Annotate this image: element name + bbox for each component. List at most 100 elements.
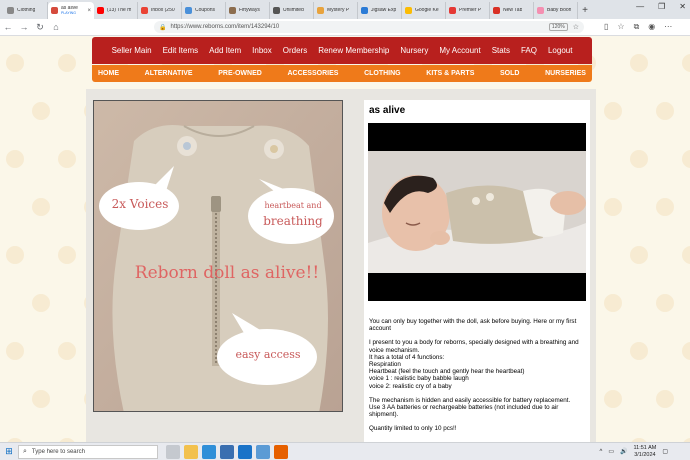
background-pattern-icon (656, 198, 674, 216)
mail-icon[interactable] (238, 444, 252, 459)
lock-icon[interactable]: 🔒 (159, 24, 166, 31)
new-tab-icon[interactable]: + (578, 2, 592, 19)
browser-tab[interactable]: Inbox (250 (138, 2, 182, 19)
browser-tab[interactable]: as alive PLAYING × (48, 2, 94, 19)
browser-tab[interactable]: Google Ke (402, 2, 446, 19)
nav-link-nursery[interactable]: Nursery (395, 46, 434, 55)
nav-link-stats[interactable]: Stats (486, 46, 515, 55)
desc-line: Use 3 AA batteries or rechargeable batte… (369, 404, 559, 419)
nav-link-my-account[interactable]: My Account (434, 46, 486, 55)
zoom-level[interactable]: 120% (548, 23, 568, 31)
nav-link-orders[interactable]: Orders (277, 46, 312, 55)
nav-link-add-item[interactable]: Add Item (204, 46, 247, 55)
background-pattern-icon (604, 390, 622, 408)
background-pattern-icon (32, 390, 50, 408)
tab-title: Google Ke (415, 8, 439, 13)
browser-tab[interactable]: Coupons (182, 2, 226, 19)
category-link-pre-owned[interactable]: PRE-OWNED (218, 70, 262, 77)
address-bar[interactable]: 🔒 https://www.reborns.com/item/143294/10… (154, 21, 584, 33)
browser-tab[interactable]: New Tab (490, 2, 534, 19)
category-link-home[interactable]: HOME (98, 70, 119, 77)
photos-icon[interactable] (256, 444, 270, 459)
url-text[interactable]: https://www.reborns.com/item/143294/10 (170, 24, 548, 30)
product-thumbnail[interactable] (368, 123, 586, 301)
tab-title: Fiftyways (239, 8, 260, 13)
category-link-accessories[interactable]: ACCESSORIES (287, 70, 338, 77)
favorites-icon[interactable]: ☆ (617, 22, 624, 32)
browser-tab[interactable]: Premier P (446, 2, 490, 19)
file-explorer-icon[interactable] (184, 444, 198, 459)
desc-line: voice 1 : realistic baby babble laugh (369, 375, 469, 383)
nav-link-faq[interactable]: FAQ (515, 46, 542, 55)
home-icon[interactable]: ⌂ (48, 22, 64, 32)
bubble-voices-text: 2x Voices (111, 197, 169, 211)
browser-tab[interactable]: Mystery P (314, 2, 358, 19)
nav-link-logout[interactable]: Logout (542, 46, 577, 55)
task-view-icon[interactable] (166, 444, 180, 459)
chevron-up-icon[interactable]: ^ (600, 449, 603, 455)
window-controls: — ❐ ✕ (636, 2, 686, 11)
tab-favicon-icon (361, 7, 368, 14)
category-link-sold[interactable]: SOLD (500, 70, 519, 77)
tab-title: Unlimited (283, 8, 304, 13)
sleeping-baby-photo (368, 123, 586, 301)
category-link-kits-parts[interactable]: KITS & PARTS (426, 70, 474, 77)
browser-tab[interactable]: Jigsaw Exp (358, 2, 402, 19)
back-icon[interactable]: ← (0, 22, 16, 32)
collections-icon[interactable]: ⧉ (634, 22, 640, 32)
tab-favicon-icon (273, 7, 280, 14)
forward-icon[interactable]: → (16, 22, 32, 32)
product-main-photo[interactable]: 2x Voices heartbeat and breathing Reborn… (93, 100, 343, 412)
desc-line: It has a total of 4 functions: (369, 353, 445, 361)
background-pattern-icon (682, 246, 690, 264)
browser-tab[interactable]: (13) The m (94, 2, 138, 19)
browser-tab[interactable]: Fiftyways (226, 2, 270, 19)
edge-icon[interactable] (202, 444, 216, 459)
network-icon[interactable]: ▭ (608, 448, 614, 455)
reload-icon[interactable]: ↻ (32, 22, 48, 33)
browser-tab[interactable]: Unlimited (270, 2, 314, 19)
tab-close-icon[interactable]: × (87, 8, 91, 14)
clock-date: 3/1/2024 (634, 451, 656, 458)
store-icon[interactable] (220, 444, 234, 459)
desc-line: voice 2: realistic cry of a baby (369, 382, 452, 390)
category-link-nurseries[interactable]: NURSERIES (545, 70, 586, 77)
menu-icon[interactable]: ⋯ (664, 22, 672, 32)
nav-link-renew-membership[interactable]: Renew Membership (313, 46, 395, 55)
desc-intro: You can only buy together with the doll,… (369, 318, 577, 333)
system-tray: ^ ▭ 🔊 11:51 AM 3/1/2024 ▢ (600, 445, 669, 458)
split-view-icon[interactable]: ▯ (604, 22, 608, 32)
tab-favicon-icon (537, 7, 544, 14)
background-pattern-icon (630, 54, 648, 72)
tab-title: as alive PLAYING (61, 5, 78, 15)
clock-time: 11:51 AM (633, 445, 657, 451)
seller-nav: Seller Main Edit Items Add Item Inbox Orders… (92, 37, 592, 64)
volume-icon[interactable]: 🔊 (620, 448, 627, 455)
nav-link-seller-main[interactable]: Seller Main (106, 46, 157, 55)
bubble-easy-access-text: easy access (235, 348, 301, 361)
category-link-alternative[interactable]: ALTERNATIVE (145, 70, 193, 77)
background-pattern-icon (604, 294, 622, 312)
background-pattern-icon (630, 342, 648, 360)
windows-start-icon[interactable]: ⊞ (0, 446, 18, 457)
flower-button-right (264, 139, 284, 159)
clock[interactable]: 11:51 AM 3/1/2024 (633, 445, 656, 458)
taskbar-search[interactable]: ⌕ Type here to search (18, 444, 158, 459)
bookmark-star-icon[interactable]: ☆ (573, 23, 579, 31)
close-icon[interactable]: ✕ (679, 2, 686, 11)
nav-link-inbox[interactable]: Inbox (247, 46, 278, 55)
flower-button-left (177, 136, 197, 156)
tab-favicon-icon (405, 7, 412, 14)
browser-tab[interactable]: Baby Boon (534, 2, 578, 19)
search-icon: ⌕ (23, 447, 27, 455)
category-link-clothing[interactable]: CLOTHING (364, 70, 401, 77)
maximize-icon[interactable]: ❐ (658, 2, 665, 11)
profile-icon[interactable]: ◉ (648, 22, 655, 32)
notifications-icon[interactable]: ▢ (662, 448, 668, 455)
background-pattern-icon (630, 246, 648, 264)
browser-tab[interactable]: Clothing (4, 2, 48, 19)
minimize-icon[interactable]: — (636, 2, 644, 11)
firefox-icon[interactable] (274, 444, 288, 459)
search-placeholder: Type here to search (31, 448, 85, 455)
nav-link-edit-items[interactable]: Edit Items (157, 46, 204, 55)
